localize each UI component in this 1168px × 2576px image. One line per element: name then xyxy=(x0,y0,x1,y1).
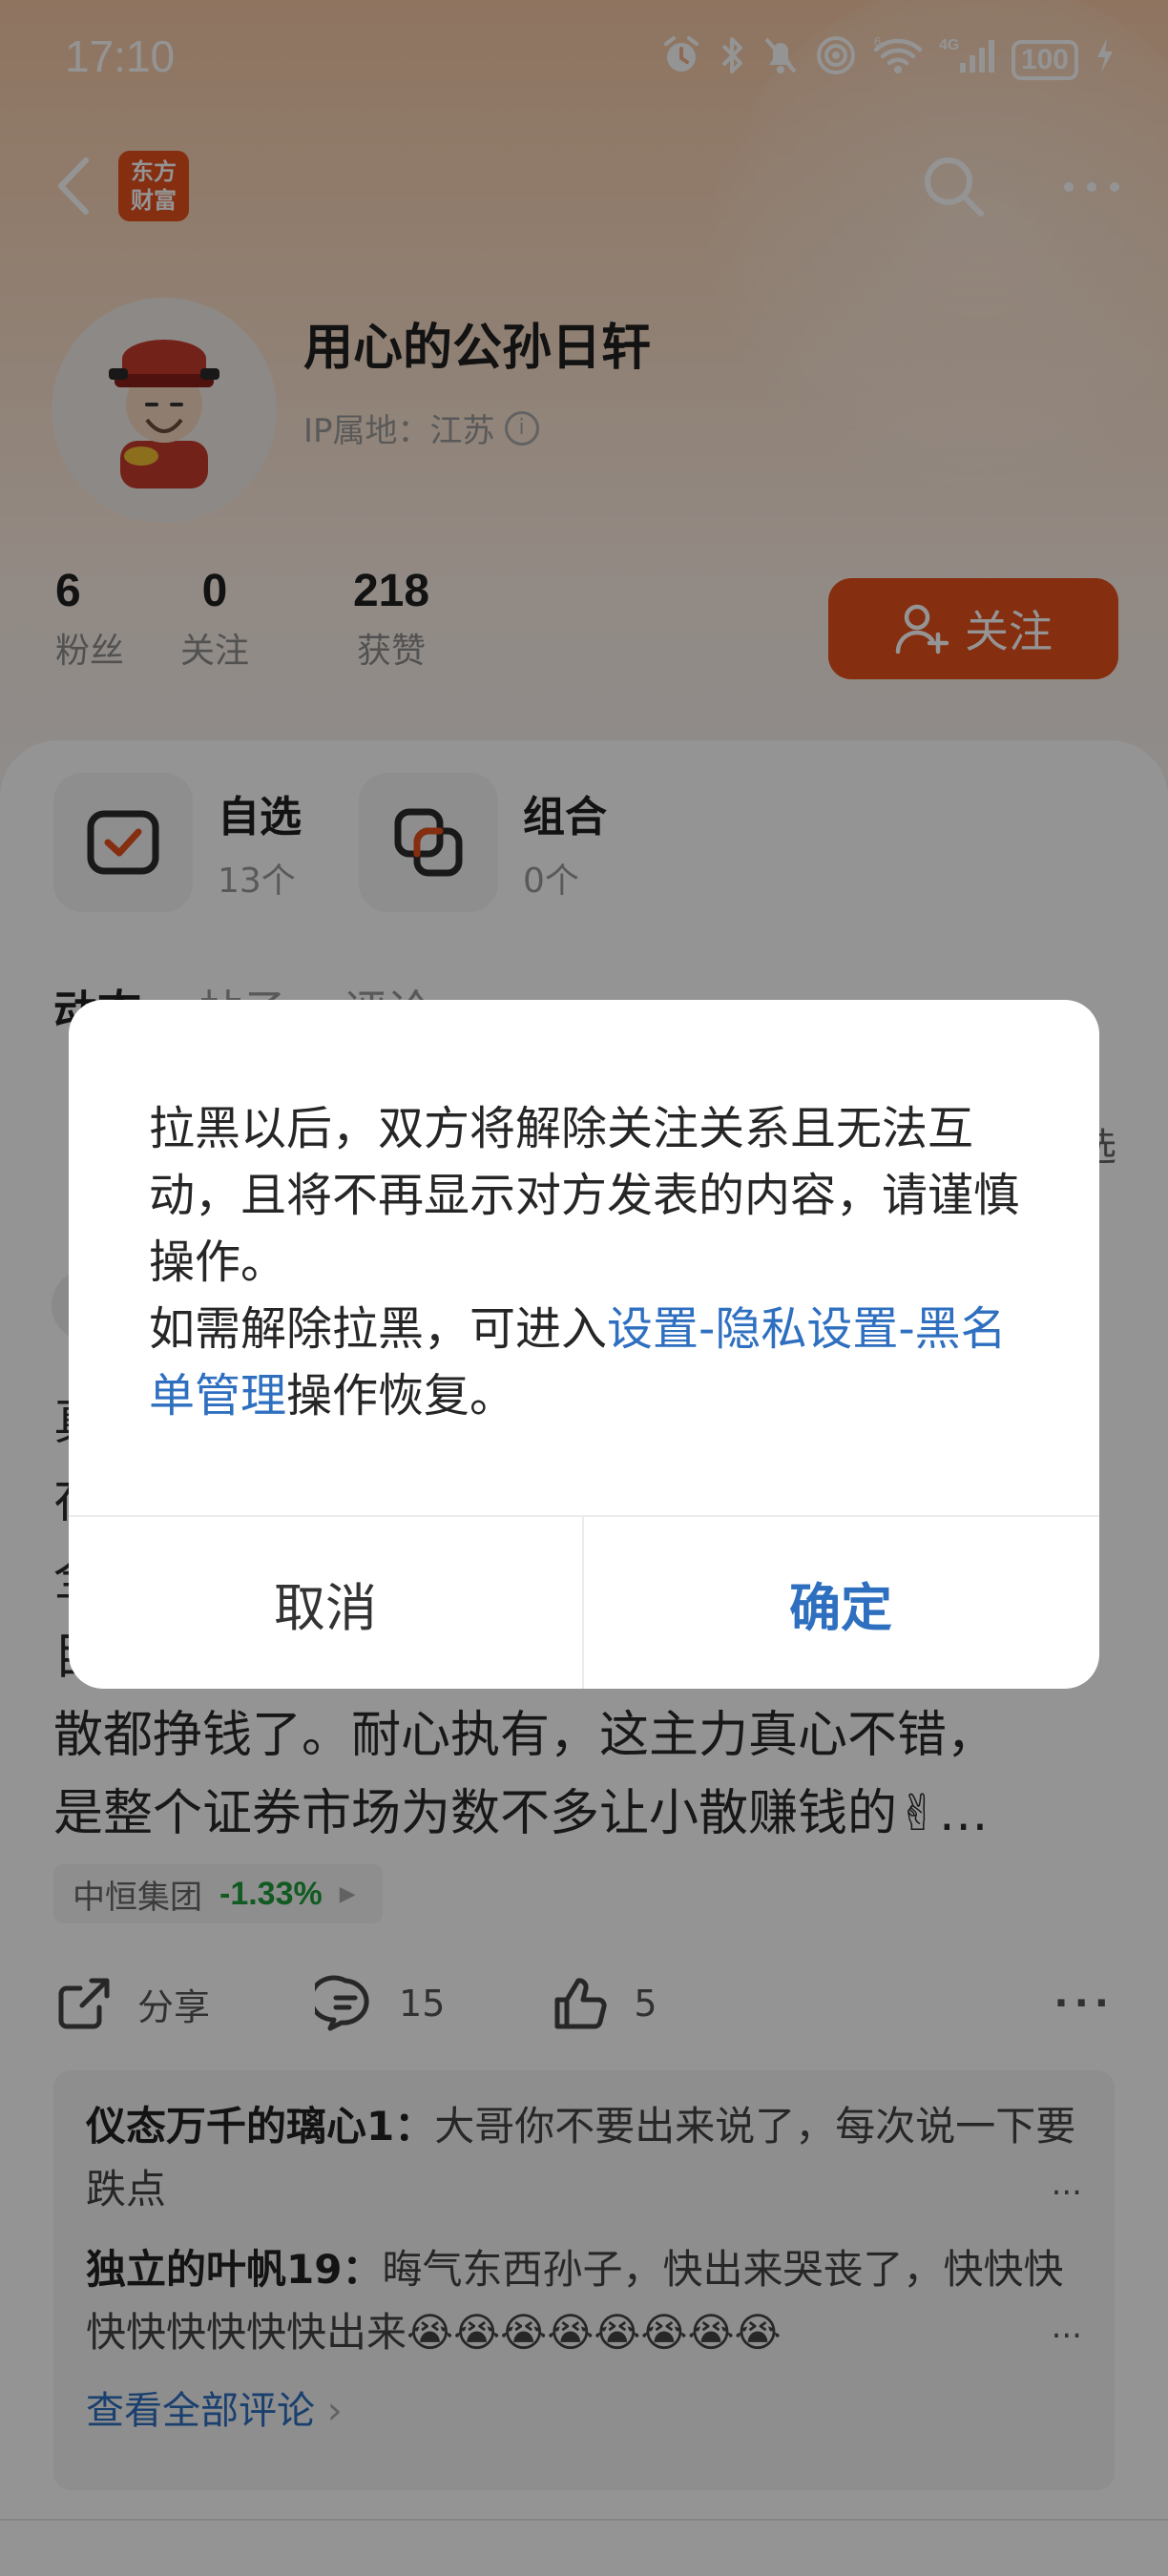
dialog-message-main: 拉黑以后，双方将解除关注关系且无法互动，且将不再显示对方发表的内容，请谨慎操作。 xyxy=(149,1102,1020,1289)
dialog-message: 拉黑以后，双方将解除关注关系且无法互动，且将不再显示对方发表的内容，请谨慎操作。… xyxy=(149,1095,1027,1429)
dialog-message-suffix: 操作恢复。 xyxy=(286,1369,516,1423)
block-confirm-dialog: 拉黑以后，双方将解除关注关系且无法互动，且将不再显示对方发表的内容，请谨慎操作。… xyxy=(69,1000,1099,1689)
profile-page: 17:10 6 4G 100 东方 财富 用心的公孙日轩 IP属地：江苏 i 6… xyxy=(0,0,1168,2576)
cancel-button[interactable]: 取消 xyxy=(69,1517,582,1689)
confirm-button[interactable]: 确定 xyxy=(584,1517,1097,1689)
dialog-message-prefix: 如需解除拉黑，可进入 xyxy=(149,1302,608,1356)
